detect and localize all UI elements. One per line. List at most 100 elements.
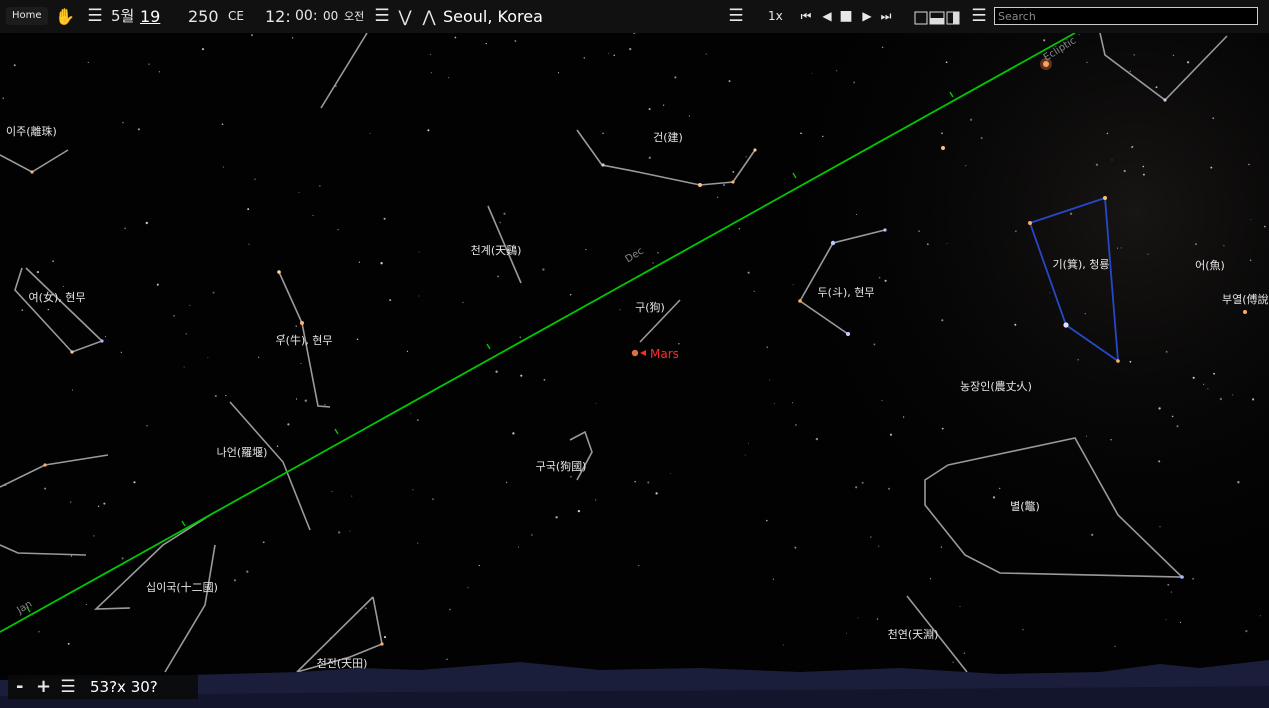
background-star bbox=[133, 481, 136, 484]
background-star bbox=[1117, 247, 1119, 249]
sky-view[interactable] bbox=[0, 0, 1269, 708]
background-star bbox=[246, 570, 249, 573]
background-star bbox=[969, 118, 973, 121]
background-star bbox=[782, 644, 784, 646]
background-star bbox=[499, 221, 502, 224]
background-star bbox=[1129, 360, 1132, 363]
second-field[interactable]: 00 bbox=[323, 0, 338, 33]
background-star bbox=[870, 536, 872, 538]
background-star bbox=[295, 398, 298, 400]
view-mode-icon[interactable] bbox=[914, 0, 960, 33]
constellation-label[interactable]: 기(箕), 청룡 bbox=[1053, 256, 1110, 272]
year-field[interactable]: 250 bbox=[188, 0, 219, 33]
constellation-label[interactable]: 천계(天鷄) bbox=[471, 242, 522, 258]
background-star bbox=[380, 262, 383, 265]
background-star bbox=[2, 97, 4, 99]
zoom-bar: - + ☰ 53?x 30? bbox=[8, 675, 198, 699]
menu-icon[interactable]: ☰ bbox=[58, 675, 78, 699]
background-star bbox=[723, 184, 725, 186]
background-star bbox=[225, 395, 227, 397]
background-star bbox=[251, 34, 253, 36]
menu-icon[interactable]: ☰ bbox=[969, 0, 989, 33]
minute-field[interactable]: 00: bbox=[295, 0, 318, 33]
constellation-label[interactable]: 농장인(農丈人) bbox=[960, 378, 1032, 394]
background-star bbox=[221, 123, 224, 126]
constellation-label[interactable]: 구국(狗國) bbox=[536, 458, 587, 474]
ampm-field[interactable]: 오전 bbox=[344, 0, 364, 33]
mars-label[interactable]: Mars bbox=[650, 347, 679, 361]
background-star bbox=[602, 132, 604, 135]
background-star bbox=[732, 171, 735, 173]
background-star bbox=[1114, 645, 1116, 648]
background-star bbox=[1158, 460, 1161, 463]
background-star bbox=[104, 335, 107, 338]
background-star bbox=[383, 217, 386, 220]
background-star bbox=[124, 227, 126, 229]
constellation-label[interactable]: 구(狗) bbox=[635, 299, 665, 315]
background-star bbox=[748, 442, 749, 444]
skip-forward-icon[interactable]: ⏭ bbox=[878, 0, 894, 33]
background-star bbox=[36, 270, 40, 274]
background-star bbox=[674, 76, 677, 79]
search-input[interactable] bbox=[994, 7, 1258, 25]
background-star bbox=[349, 530, 351, 532]
background-star bbox=[1212, 117, 1215, 120]
background-star bbox=[478, 564, 480, 567]
background-star bbox=[183, 366, 185, 368]
hour-field[interactable]: 12: bbox=[265, 0, 291, 33]
background-star bbox=[822, 135, 824, 138]
background-star bbox=[1084, 313, 1086, 315]
background-star bbox=[417, 542, 419, 544]
constellation-label[interactable]: 천전(天田) bbox=[317, 655, 368, 671]
menu-icon[interactable]: ☰ bbox=[726, 0, 746, 33]
constellation-label[interactable]: 두(斗), 현무 bbox=[818, 284, 875, 300]
skip-back-icon[interactable]: ⏮ bbox=[798, 0, 814, 33]
month-field[interactable]: 5월 bbox=[111, 0, 134, 33]
background-star bbox=[585, 249, 587, 251]
background-star bbox=[744, 454, 746, 456]
menu-icon[interactable]: ☰ bbox=[85, 0, 105, 33]
constellation-label[interactable]: 어(魚) bbox=[1195, 257, 1225, 273]
background-star bbox=[258, 356, 260, 358]
home-button[interactable]: Home bbox=[6, 7, 48, 25]
background-star bbox=[214, 394, 217, 398]
constellation-label[interactable]: 우(牛), 현무 bbox=[276, 332, 333, 348]
menu-icon[interactable]: ☰ bbox=[372, 0, 392, 33]
stop-icon[interactable]: ■ bbox=[838, 0, 854, 33]
background-star bbox=[512, 432, 515, 435]
constellation-label[interactable]: 이주(離珠) bbox=[6, 123, 57, 139]
background-star bbox=[992, 496, 996, 499]
constellation-label[interactable]: 별(鼈) bbox=[1010, 498, 1040, 514]
background-star bbox=[429, 53, 432, 56]
background-star bbox=[300, 362, 302, 365]
chevron-up-icon[interactable]: ⋀ bbox=[421, 0, 437, 33]
background-star bbox=[356, 338, 359, 341]
background-star bbox=[418, 295, 420, 297]
background-star bbox=[1245, 629, 1248, 633]
background-star bbox=[430, 72, 433, 74]
constellation-label[interactable]: 건(建) bbox=[653, 129, 683, 145]
background-star bbox=[70, 501, 72, 503]
background-star bbox=[857, 617, 859, 619]
zoom-in-button[interactable]: + bbox=[36, 675, 51, 699]
location-label[interactable]: Seoul, Korea bbox=[443, 0, 543, 33]
background-star bbox=[1110, 438, 1112, 441]
background-star bbox=[432, 498, 434, 501]
play-icon[interactable]: ▶ bbox=[859, 0, 875, 33]
background-star bbox=[648, 156, 651, 159]
speed-label[interactable]: 1x bbox=[768, 0, 783, 33]
background-star bbox=[1259, 615, 1261, 617]
background-star bbox=[889, 433, 893, 436]
zoom-out-button[interactable]: - bbox=[16, 675, 23, 699]
day-field[interactable]: 19 bbox=[140, 0, 160, 33]
background-star bbox=[965, 165, 967, 167]
chevron-down-icon[interactable]: ⋁ bbox=[397, 0, 413, 33]
play-back-icon[interactable]: ◀ bbox=[819, 0, 835, 33]
constellation-label[interactable]: 여(女), 현무 bbox=[29, 289, 86, 305]
background-star bbox=[873, 343, 876, 346]
constellation-label[interactable]: 십이국(十二國) bbox=[146, 579, 218, 595]
constellation-label[interactable]: 천연(天淵) bbox=[888, 626, 939, 642]
hand-icon[interactable]: ✋ bbox=[55, 0, 75, 33]
constellation-label[interactable]: 나언(羅堰) bbox=[217, 444, 268, 460]
constellation-label[interactable]: 부열(傅說 bbox=[1222, 291, 1269, 307]
